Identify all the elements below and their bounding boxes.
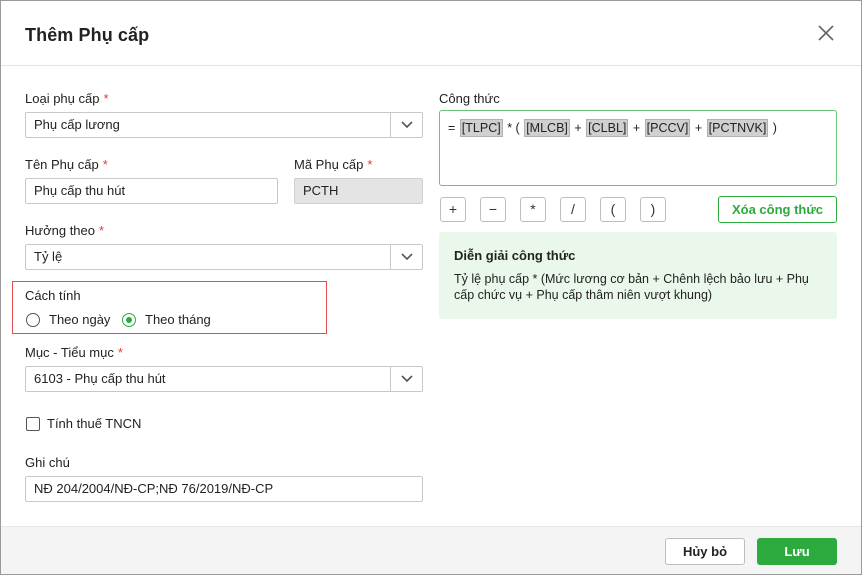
allowance-name-input[interactable]: Phụ cấp thu hút [25,178,278,204]
pit-checkbox-label[interactable]: Tính thuế TNCN [47,416,141,431]
save-button[interactable]: Lưu [757,538,837,565]
formula-token[interactable]: [CLBL] [586,119,629,137]
explanation-heading: Diễn giải công thức [454,248,576,263]
formula-operator: + [694,121,703,135]
formula-equals: = [448,121,456,135]
note-input[interactable]: NĐ 204/2004/NĐ-CP;NĐ 76/2019/NĐ-CP [25,476,423,502]
formula-token[interactable]: [MLCB] [524,119,570,137]
open-paren-button[interactable]: ( [600,197,626,222]
formula-operator: + [574,121,582,135]
based-on-label: Hưởng theo * [25,223,105,238]
header-divider [1,65,861,66]
cancel-button[interactable]: Hủy bỏ [665,538,745,565]
formula-operator: * [507,121,513,135]
item-subitem-value: 6103 - Phụ cấp thu hút [34,371,166,386]
allowance-type-value: Phụ cấp lương [34,117,120,132]
dialog-title: Thêm Phụ cấp [25,25,150,45]
item-subitem-select[interactable]: 6103 - Phụ cấp thu hút [25,366,423,392]
add-allowance-dialog: Thêm Phụ cấp Loại phụ cấp * Phụ cấp lương… [0,0,862,575]
clear-formula-button[interactable]: Xóa công thức [718,196,837,223]
minus-button[interactable]: − [480,197,506,222]
radio-by-month-label[interactable]: Theo tháng [145,312,211,327]
formula-label: Công thức [439,91,500,106]
close-paren-button[interactable]: ) [640,197,666,222]
radio-by-day[interactable] [26,313,40,327]
item-subitem-label: Mục - Tiểu mục * [25,345,123,360]
explanation-text: Tỷ lệ phụ cấp * (Mức lương cơ bản + Chên… [454,272,809,302]
divide-button[interactable]: / [560,197,586,222]
formula-token[interactable]: [PCCV] [644,119,691,137]
allowance-name-label: Tên Phụ cấp * [25,157,108,172]
formula-editor[interactable]: = [TLPC] * ( [MLCB] + [CLBL] + [PCCV] + … [439,110,837,186]
formula-explanation-panel: Diễn giải công thức Tỷ lệ phụ cấp * (Mức… [439,232,837,319]
chevron-down-icon[interactable] [390,245,422,269]
pit-checkbox[interactable] [26,417,40,431]
radio-by-day-label[interactable]: Theo ngày [49,312,110,327]
allowance-code-label: Mã Phụ cấp * [294,157,373,172]
allowance-type-select[interactable]: Phụ cấp lương [25,112,423,138]
chevron-down-icon[interactable] [390,367,422,391]
allowance-type-label: Loại phụ cấp * [25,91,109,106]
multiply-button[interactable]: * [520,197,546,222]
formula-token[interactable]: [TLPC] [459,119,503,137]
calc-method-label: Cách tính [25,288,81,303]
note-label: Ghi chú [25,455,70,470]
based-on-select[interactable]: Tỷ lệ [25,244,423,270]
formula-operator: ) [772,121,777,135]
formula-operator: + [632,121,641,135]
chevron-down-icon[interactable] [390,113,422,137]
close-icon[interactable] [816,23,836,43]
formula-token[interactable]: [PCTNVK] [706,119,769,137]
formula-operator: ( [515,121,520,135]
radio-by-month[interactable] [122,313,136,327]
based-on-value: Tỷ lệ [34,249,63,264]
plus-button[interactable]: + [440,197,466,222]
allowance-code-input: PCTH [294,178,423,204]
